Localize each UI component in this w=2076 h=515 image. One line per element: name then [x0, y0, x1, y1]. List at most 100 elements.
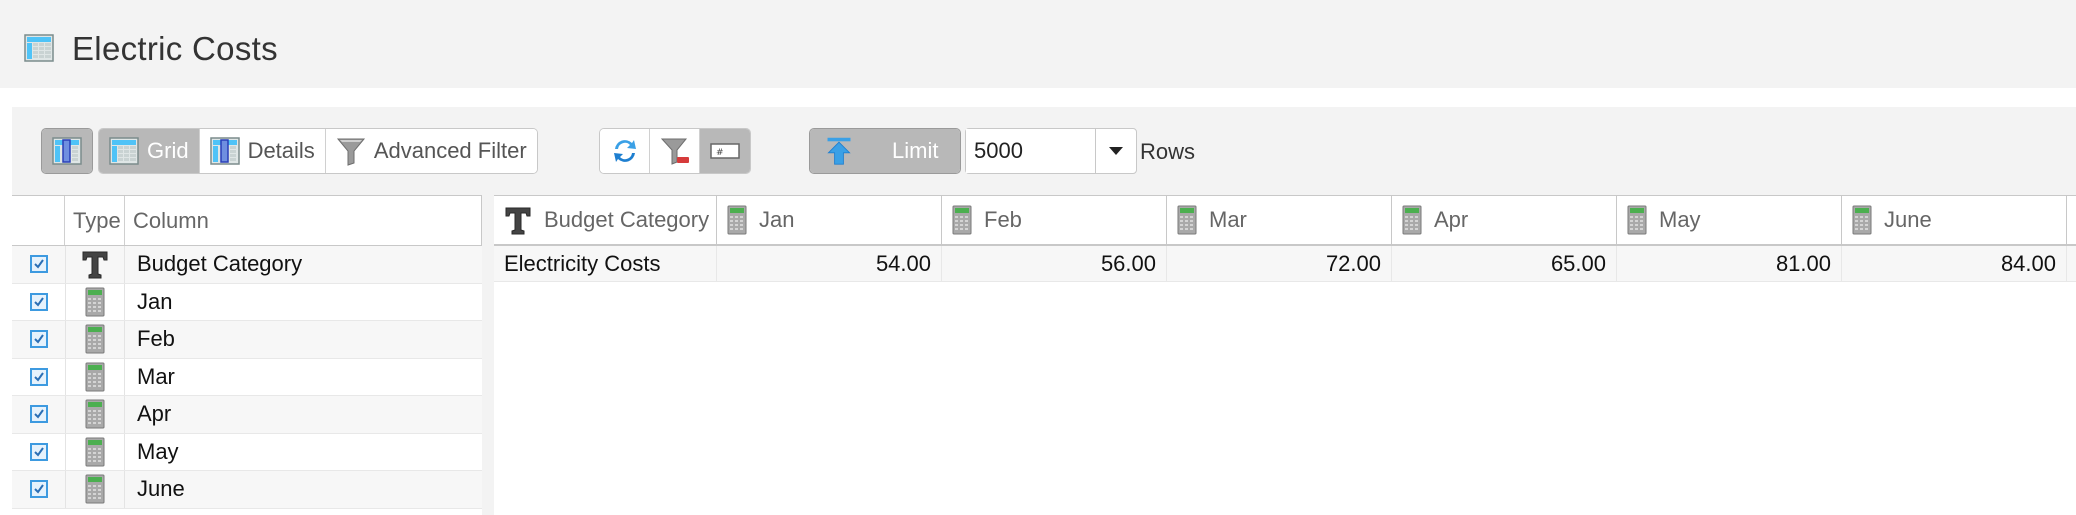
visibility-checkbox[interactable]: [29, 367, 48, 386]
calculator-icon: [1852, 205, 1872, 235]
column-list-item[interactable]: Jan: [12, 283, 482, 321]
rows-label: Rows: [1140, 139, 1196, 164]
visibility-checkbox-cell: [12, 434, 65, 471]
calculator-icon: [85, 362, 105, 392]
column-list-item[interactable]: Mar: [12, 358, 482, 396]
grid-column-header[interactable]: Apr: [1392, 196, 1617, 244]
table-cell[interactable]: 84.00: [1842, 246, 2067, 281]
calculator-icon: [85, 287, 105, 317]
limit-toggle-button[interactable]: Limit: [810, 129, 960, 173]
column-list-item[interactable]: May: [12, 433, 482, 471]
table-icon: [24, 34, 54, 62]
checkmark-icon: [33, 333, 45, 345]
column-type-cell: [65, 433, 125, 470]
advanced-filter-button[interactable]: Advanced Filter: [325, 129, 537, 173]
grid-column-header[interactable]: Jan: [717, 196, 942, 244]
column-header-label: Apr: [1434, 207, 1469, 232]
visibility-checkbox-cell: [12, 246, 65, 283]
grid-view-button[interactable]: Grid: [99, 129, 200, 173]
column-name: May: [137, 438, 179, 464]
table-cell[interactable]: 54.00: [717, 246, 942, 281]
column-type-cell: [65, 283, 125, 320]
calculator-icon: [727, 205, 747, 235]
column-list-item[interactable]: Budget Category: [12, 246, 482, 284]
column-list-item[interactable]: Apr: [12, 396, 482, 434]
calculator-icon: [85, 324, 105, 354]
panel-splitter[interactable]: [482, 196, 494, 515]
table-cell[interactable]: 56.00: [942, 246, 1167, 281]
column-list-header: Type Column: [12, 196, 482, 246]
grid-header: Budget Category Jan Feb Mar Apr May June: [494, 196, 2076, 246]
table-cell[interactable]: 65.00: [1392, 246, 1617, 281]
calculator-icon: [85, 437, 105, 467]
visibility-checkbox[interactable]: [29, 442, 48, 461]
action-group: [599, 128, 751, 174]
calculator-icon: [1627, 205, 1647, 235]
header-check: [12, 196, 65, 245]
grid-column-header[interactable]: Budget Category: [494, 196, 717, 244]
row-number-toggle-button[interactable]: [700, 129, 750, 173]
column-header-label: May: [1659, 207, 1701, 232]
column-name: June: [137, 476, 185, 502]
column-name: Jan: [137, 288, 173, 314]
text-type-icon: [81, 249, 109, 279]
limit-label: Limit: [892, 138, 939, 163]
column-panel-toggle-button[interactable]: [42, 129, 92, 173]
limit-dropdown-button[interactable]: [1096, 129, 1136, 173]
advanced-filter-label: Advanced Filter: [373, 138, 527, 163]
details-icon: [210, 136, 240, 166]
limit-group: Limit: [809, 128, 961, 174]
column-name: Budget Category: [137, 251, 303, 277]
column-name: Feb: [137, 326, 175, 352]
details-view-label: Details: [247, 138, 315, 163]
table-cell[interactable]: 81.00: [1617, 246, 1842, 281]
limit-combobox: [965, 128, 1137, 174]
grid-column-header[interactable]: Mar: [1167, 196, 1392, 244]
data-grid: Budget Category Jan Feb Mar Apr May June Elect…: [494, 195, 2076, 514]
text-type-icon: [504, 205, 532, 235]
table-cell[interactable]: 72.00: [1167, 246, 1392, 281]
column-list-item[interactable]: Feb: [12, 321, 482, 359]
grid-column-header[interactable]: June: [1842, 196, 2067, 244]
view-mode-group: Grid Details Advanced Filter: [98, 128, 538, 174]
column-type-cell: [65, 471, 125, 508]
visibility-checkbox[interactable]: [29, 330, 48, 349]
column-list-body: Budget Category Jan Feb Mar Apr May June: [12, 246, 482, 509]
column-type-cell: [65, 321, 125, 358]
details-view-button[interactable]: Details: [199, 129, 326, 173]
funnel-remove-icon: [660, 136, 690, 166]
checkmark-icon: [33, 446, 45, 458]
calculator-icon: [85, 399, 105, 429]
arrow-up-to-top-icon: [824, 136, 854, 166]
clear-filter-button[interactable]: [650, 129, 700, 173]
column-list-item[interactable]: June: [12, 471, 482, 509]
limit-input[interactable]: [966, 129, 1096, 173]
header-type[interactable]: Type: [65, 196, 125, 245]
grid-column-header[interactable]: May: [1617, 196, 1842, 244]
visibility-checkbox[interactable]: [29, 480, 48, 499]
table-cell[interactable]: Electricity Costs: [494, 246, 717, 281]
header-column[interactable]: Column: [125, 196, 482, 245]
column-type-cell: [65, 396, 125, 433]
checkmark-icon: [33, 483, 45, 495]
visibility-checkbox-cell: [12, 359, 65, 396]
funnel-icon: [336, 136, 366, 166]
calculator-icon: [1402, 205, 1422, 235]
column-header-label: Mar: [1209, 207, 1247, 232]
calculator-icon: [1177, 205, 1197, 235]
calculator-icon: [952, 205, 972, 235]
column-list-panel: Type Column Budget Category Jan Feb Mar Apr M…: [12, 195, 494, 515]
table-row[interactable]: Electricity Costs 54.00 56.00 72.00 65.00 81.…: [494, 246, 2076, 282]
column-header-label: June: [1884, 207, 1932, 232]
visibility-checkbox[interactable]: [29, 255, 48, 274]
grid-column-header[interactable]: Feb: [942, 196, 1167, 244]
visibility-checkbox[interactable]: [29, 292, 48, 311]
window-title: Electric Costs: [72, 30, 278, 67]
checkmark-icon: [33, 408, 45, 420]
column-header-label: Jan: [759, 207, 795, 232]
visibility-checkbox[interactable]: [29, 405, 48, 424]
visibility-checkbox-cell: [12, 321, 65, 358]
title-bar: Electric Costs: [0, 0, 2076, 88]
refresh-button[interactable]: [600, 129, 650, 173]
visibility-checkbox-cell: [12, 284, 65, 321]
